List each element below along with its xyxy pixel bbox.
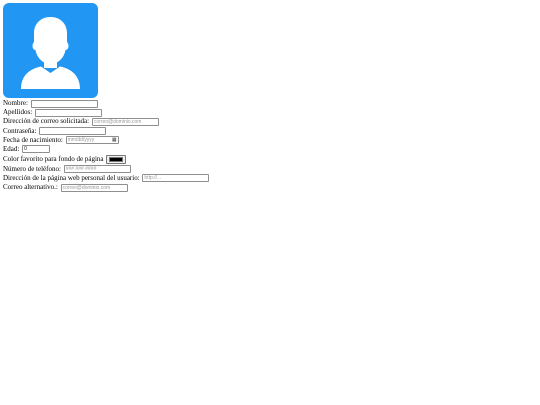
row-contrasena: Contraseña: — [3, 127, 303, 136]
row-fecha: Fecha de nacimiento: mm/dd/yyyy ▦ — [3, 136, 303, 145]
avatar — [3, 3, 98, 98]
fecha-label: Fecha de nacimiento: — [3, 135, 63, 144]
row-edad: Edad: 0 — [3, 145, 303, 154]
fecha-input[interactable]: mm/dd/yyyy ▦ — [65, 136, 119, 145]
row-correo-alt: Correo alternativo.: correo@dominio.com — [3, 183, 303, 192]
telefono-placeholder: ### ### #### — [65, 166, 97, 173]
edad-input[interactable]: 0 — [22, 145, 51, 154]
edad-value: 0 — [24, 146, 27, 153]
apellidos-label: Apellidos: — [3, 108, 33, 117]
user-silhouette-icon — [3, 3, 98, 98]
row-telefono: Número de teléfono: ### ### #### — [3, 165, 303, 174]
correo-alt-input[interactable]: correo@dominio.com — [60, 183, 128, 192]
correo-label: Dirección de correo solicitada: — [3, 117, 90, 126]
web-input[interactable]: http://... — [142, 174, 210, 183]
edad-label: Edad: — [3, 144, 20, 153]
color-label: Color favorito para fondo de página — [3, 155, 104, 164]
color-picker[interactable] — [106, 155, 127, 165]
color-swatch — [109, 157, 124, 163]
correo-alt-label: Correo alternativo.: — [3, 183, 58, 191]
correo-input[interactable]: correo@dominio.com — [91, 117, 159, 126]
telefono-label: Número de teléfono: — [3, 164, 61, 173]
web-placeholder: http://... — [144, 175, 162, 182]
nombre-input[interactable] — [30, 99, 98, 108]
registration-form: Nombre: Apellidos: Dirección de correo s… — [3, 99, 303, 192]
row-web: Dirección de la página web personal del … — [3, 174, 303, 183]
calendar-icon[interactable]: ▦ — [112, 137, 117, 143]
row-nombre: Nombre: — [3, 99, 303, 108]
row-correo: Dirección de correo solicitada: correo@d… — [3, 117, 303, 126]
apellidos-input[interactable] — [34, 108, 102, 117]
correo-alt-placeholder: correo@dominio.com — [62, 184, 111, 191]
web-label: Dirección de la página web personal del … — [3, 173, 140, 182]
fecha-placeholder: mm/dd/yyyy — [67, 137, 95, 144]
telefono-input[interactable]: ### ### #### — [63, 165, 131, 174]
correo-placeholder: correo@dominio.com — [93, 118, 142, 125]
contrasena-input[interactable] — [39, 127, 107, 136]
contrasena-label: Contraseña: — [3, 126, 37, 135]
row-color: Color favorito para fondo de página — [3, 154, 303, 165]
row-apellidos: Apellidos: — [3, 108, 303, 117]
nombre-label: Nombre: — [3, 99, 28, 107]
